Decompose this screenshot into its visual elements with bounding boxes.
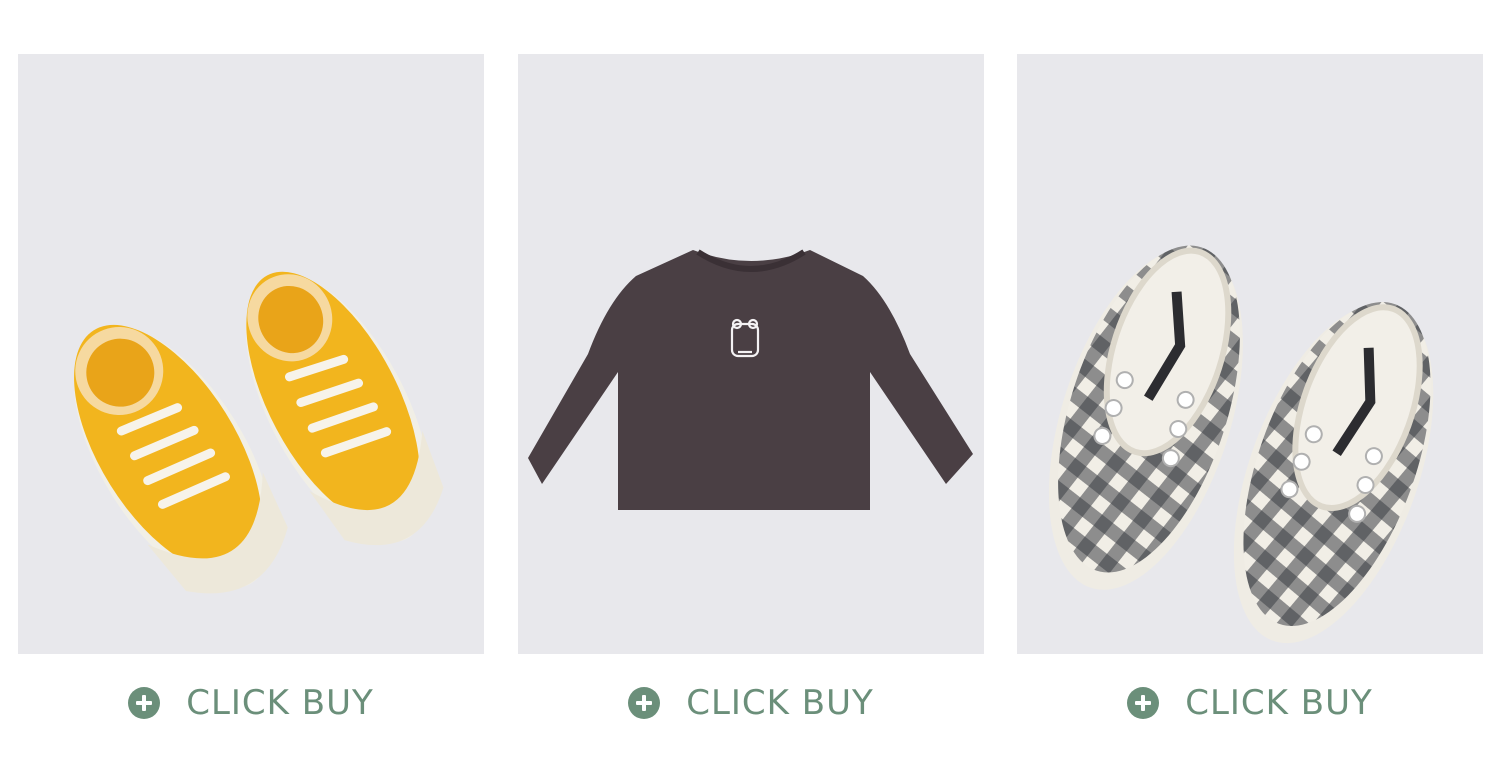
plus-circle-icon: [628, 687, 661, 719]
click-buy-button[interactable]: CLICK BUY: [18, 680, 484, 726]
plaid-slipon-shoes-image: [1048, 245, 1434, 644]
click-buy-label: CLICK BUY: [1185, 683, 1373, 723]
yellow-sneakers-image: [73, 271, 444, 594]
plus-circle-icon: [128, 687, 161, 719]
product-photo[interactable]: [518, 54, 984, 654]
product-card-longsleeve-tee: CLICK BUY: [518, 54, 984, 754]
plus-circle-icon: [1127, 687, 1160, 719]
click-buy-button[interactable]: CLICK BUY: [1017, 680, 1483, 726]
product-photo[interactable]: [1017, 54, 1483, 654]
product-card-yellow-sneakers: CLICK BUY: [18, 54, 484, 754]
click-buy-label: CLICK BUY: [686, 683, 874, 723]
click-buy-label: CLICK BUY: [186, 683, 374, 723]
click-buy-button[interactable]: CLICK BUY: [518, 680, 984, 726]
product-photo[interactable]: [18, 54, 484, 654]
product-card-plaid-shoes: CLICK BUY: [1017, 54, 1483, 754]
dark-longsleeve-tshirt-image: [528, 249, 973, 510]
